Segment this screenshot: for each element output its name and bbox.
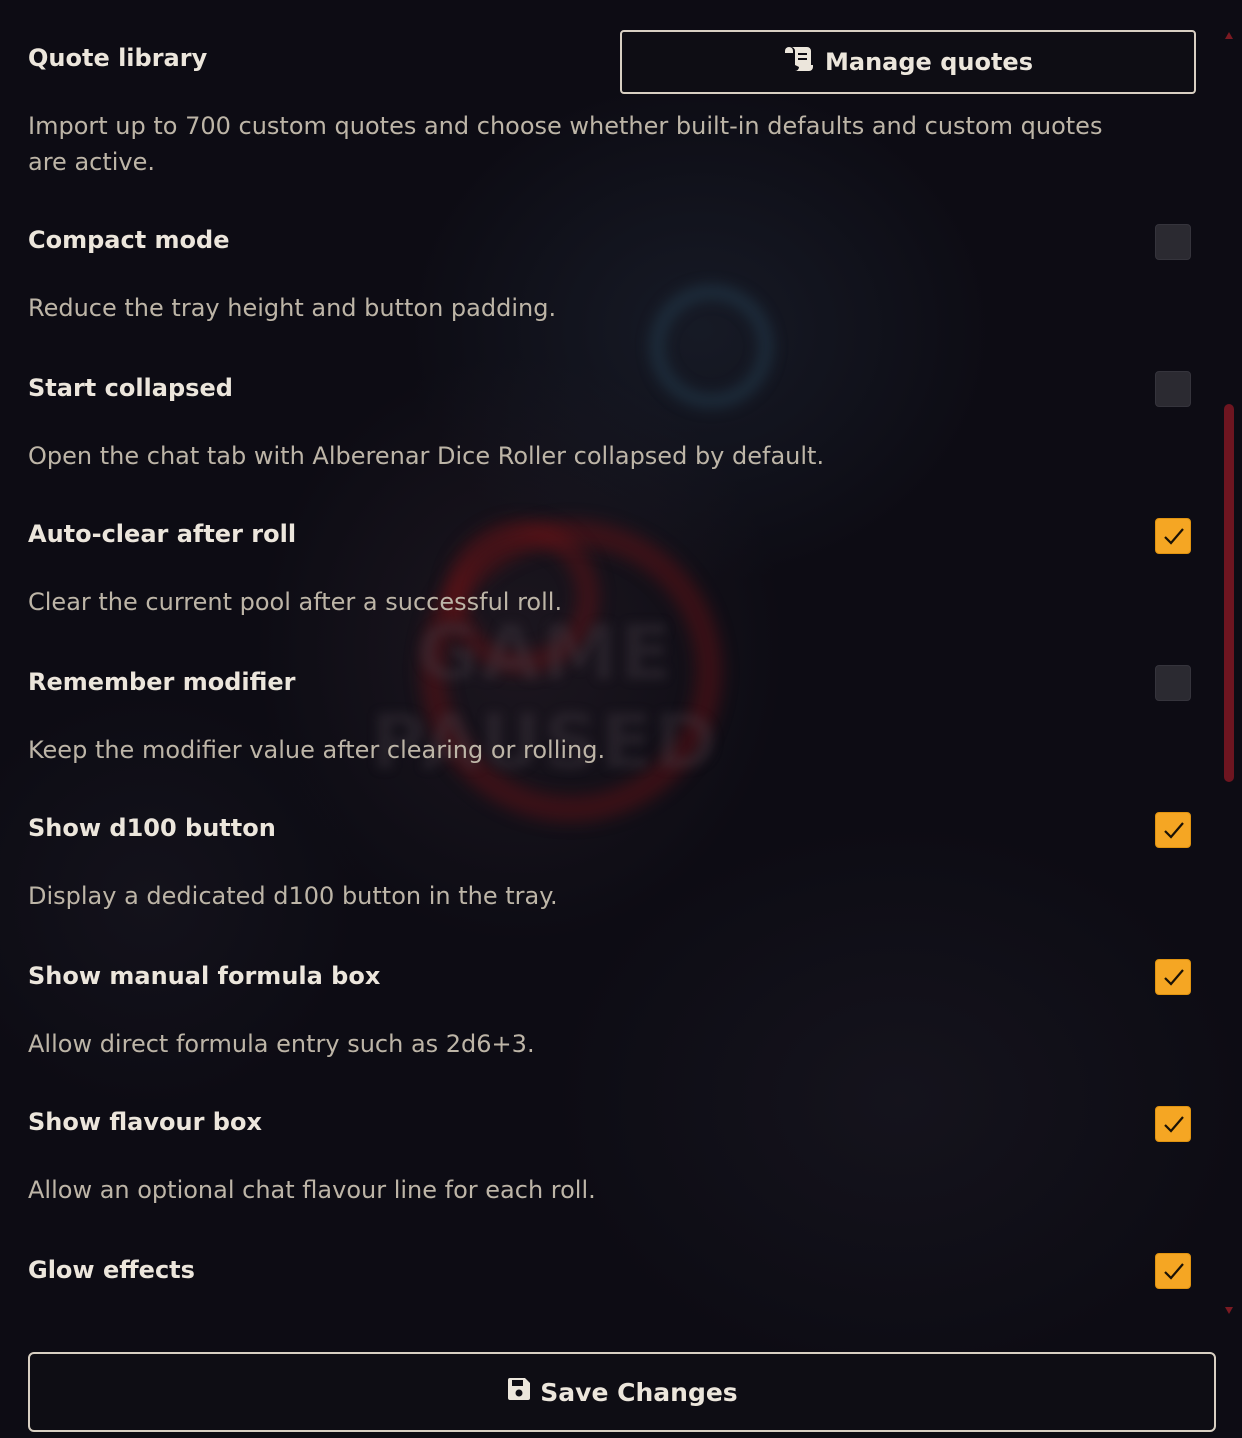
setting-label: Show d100 button — [28, 814, 276, 842]
setting-row-show-d100: Show d100 button Display a dedicated d10… — [28, 812, 1198, 924]
checkmark-icon — [1164, 528, 1184, 545]
remember-modifier-checkbox[interactable] — [1155, 665, 1191, 701]
checkmark-icon — [1164, 1263, 1184, 1280]
save-changes-label: Save Changes — [540, 1377, 738, 1407]
manage-quotes-label: Manage quotes — [825, 48, 1033, 76]
setting-hint: Allow an optional chat flavour line for … — [28, 1176, 596, 1204]
setting-label: Quote library — [28, 44, 208, 72]
checkmark-icon — [1164, 822, 1184, 839]
checkmark-icon — [1164, 1116, 1184, 1133]
settings-window: GAME PAUSED Quote library Import up to 7… — [0, 0, 1242, 1438]
setting-hint: Keep the modifier value after clearing o… — [28, 736, 606, 764]
setting-row-glow-effects: Glow effects — [28, 1253, 1198, 1316]
setting-label: Start collapsed — [28, 374, 233, 402]
floppy-disk-icon — [506, 1376, 532, 1408]
auto-clear-checkbox[interactable] — [1155, 518, 1191, 554]
setting-label: Show manual formula box — [28, 962, 381, 990]
setting-row-compact-mode: Compact mode Reduce the tray height and … — [28, 224, 1198, 336]
setting-row-remember-modifier: Remember modifier Keep the modifier valu… — [28, 665, 1198, 778]
scroll-down-arrow-icon[interactable] — [1225, 1307, 1233, 1314]
setting-hint: Import up to 700 custom quotes and choos… — [28, 112, 1103, 176]
setting-hint: Clear the current pool after a successfu… — [28, 588, 563, 616]
setting-row-show-flavour-box: Show flavour box Allow an optional chat … — [28, 1106, 1198, 1218]
setting-hint: Display a dedicated d100 button in the t… — [28, 882, 558, 910]
scroll-up-arrow-icon[interactable] — [1225, 32, 1233, 39]
scroll-icon — [783, 45, 815, 79]
setting-hint: Open the chat tab with Alberenar Dice Ro… — [28, 442, 825, 470]
compact-mode-checkbox[interactable] — [1155, 224, 1191, 260]
start-collapsed-checkbox[interactable] — [1155, 371, 1191, 407]
setting-row-show-formula-box: Show manual formula box Allow direct for… — [28, 959, 1198, 1072]
setting-label: Auto-clear after roll — [28, 520, 297, 548]
setting-hint: Reduce the tray height and button paddin… — [28, 294, 557, 322]
save-changes-button[interactable]: Save Changes — [28, 1352, 1216, 1432]
setting-row-auto-clear: Auto-clear after roll Clear the current … — [28, 518, 1198, 630]
settings-scrollbar[interactable] — [1222, 28, 1236, 1318]
setting-label: Remember modifier — [28, 668, 296, 696]
setting-hint: Allow direct formula entry such as 2d6+3… — [28, 1030, 535, 1058]
setting-label: Compact mode — [28, 226, 230, 254]
manage-quotes-button[interactable]: Manage quotes — [620, 30, 1196, 94]
scrollbar-thumb[interactable] — [1224, 404, 1234, 782]
setting-row-start-collapsed: Start collapsed Open the chat tab with A… — [28, 371, 1198, 484]
checkmark-icon — [1164, 969, 1184, 986]
show-d100-checkbox[interactable] — [1155, 812, 1191, 848]
glow-effects-checkbox[interactable] — [1155, 1253, 1191, 1289]
show-formula-box-checkbox[interactable] — [1155, 959, 1191, 995]
setting-label: Show flavour box — [28, 1108, 262, 1136]
setting-row-quote-library: Quote library Import up to 700 custom qu… — [28, 0, 1198, 190]
setting-label: Glow effects — [28, 1256, 195, 1284]
settings-list: Quote library Import up to 700 custom qu… — [0, 0, 1212, 1330]
show-flavour-box-checkbox[interactable] — [1155, 1106, 1191, 1142]
